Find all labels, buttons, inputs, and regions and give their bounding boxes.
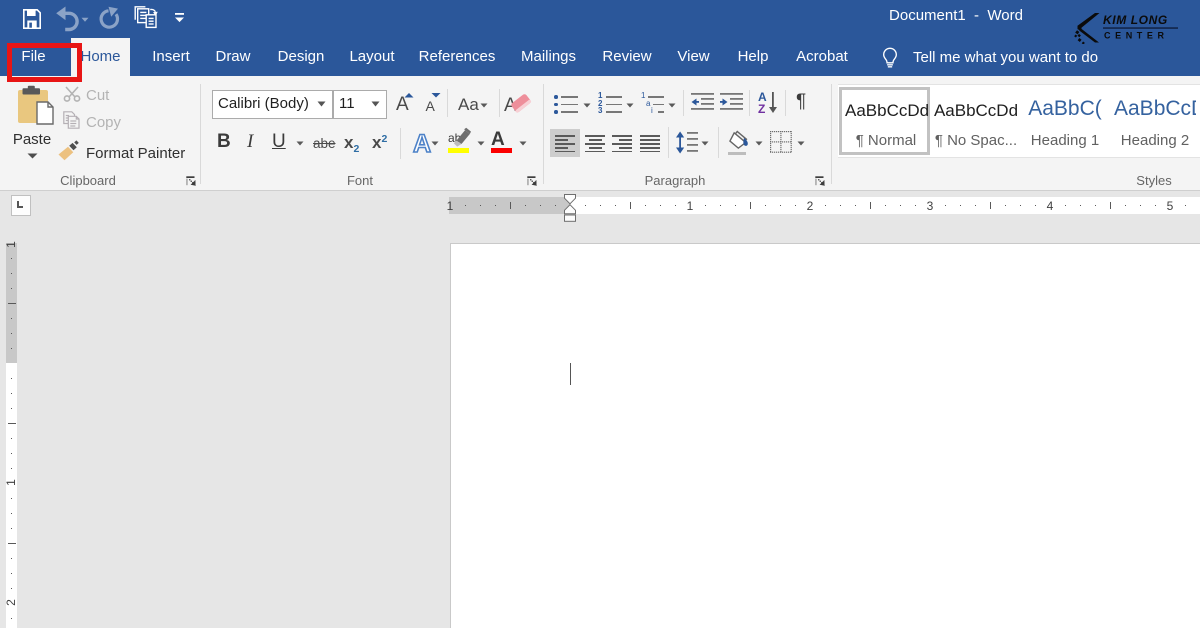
svg-text:CENTER: CENTER <box>1104 31 1169 41</box>
svg-text:A: A <box>413 130 431 156</box>
svg-text:KIM LONG: KIM LONG <box>1103 13 1168 27</box>
